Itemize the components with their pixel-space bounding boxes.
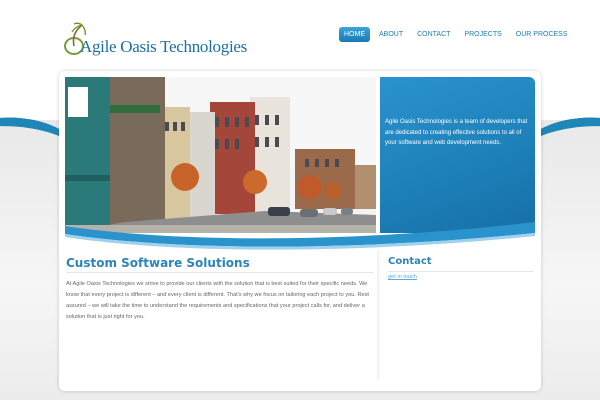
site-logo[interactable]: Agile Oasis Technologies [62, 22, 247, 62]
decorative-wave [65, 222, 535, 250]
get-in-touch-link[interactable]: get in touch [388, 274, 417, 280]
main-nav: HOME ABOUT CONTACT PROJECTS OUR PROCESS [339, 27, 573, 42]
intro-text: Agile Oasis Technologies is a team of de… [385, 119, 528, 146]
nav-contact[interactable]: CONTACT [412, 27, 455, 42]
column-divider [377, 250, 381, 380]
street-scene-image [65, 77, 376, 233]
nav-projects[interactable]: PROJECTS [459, 27, 506, 42]
main-body-text: At Agile Oasis Technologies we strive to… [66, 281, 369, 320]
hero-image [65, 77, 376, 233]
intro-box: Agile Oasis Technologies is a team of de… [380, 77, 535, 233]
nav-home[interactable]: HOME [339, 27, 370, 42]
contact-divider [388, 271, 534, 272]
nav-our-process[interactable]: OUR PROCESS [511, 27, 573, 42]
heading-divider [66, 272, 374, 273]
nav-about[interactable]: ABOUT [374, 27, 408, 42]
page-heading: Custom Software Solutions [66, 256, 250, 270]
contact-heading: Contact [388, 256, 432, 267]
logo-text: Agile Oasis Technologies [80, 37, 247, 56]
